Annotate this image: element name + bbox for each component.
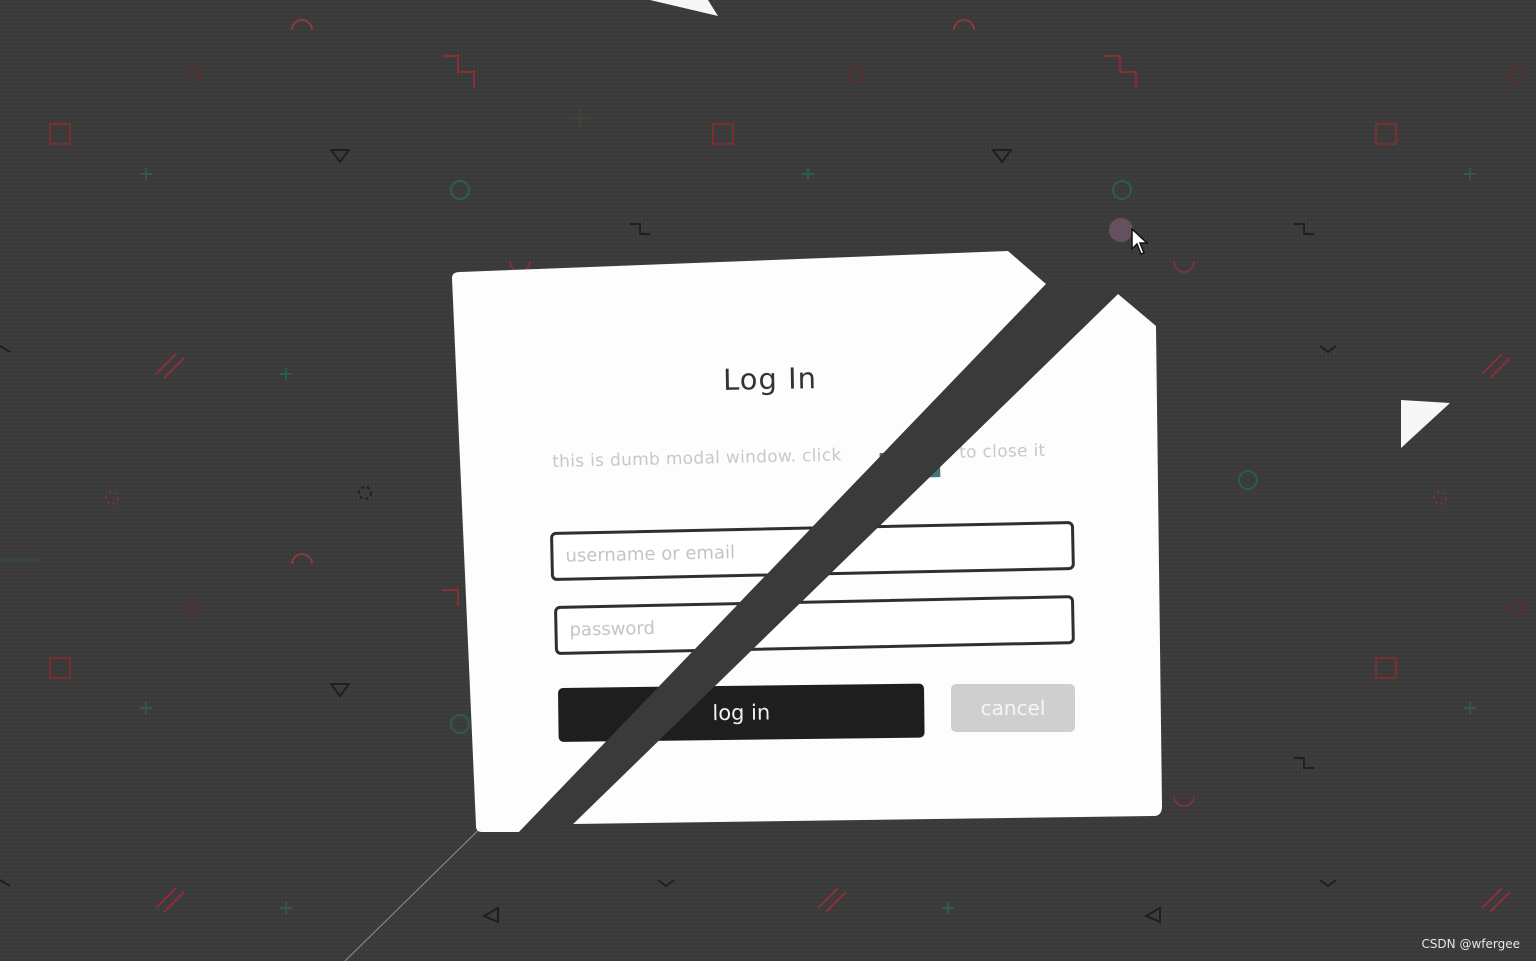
cancel-button[interactable]: cancel: [951, 684, 1075, 732]
modal-shards: [344, 0, 1450, 961]
arrow-cursor-icon: [1131, 228, 1149, 255]
cursor-halo: [1109, 218, 1133, 242]
shard-right: [1401, 400, 1450, 448]
close-icon[interactable]: ×: [939, 443, 954, 463]
app-stage: Log In this is dumb modal window. click …: [0, 0, 1536, 961]
login-button[interactable]: log in: [558, 683, 925, 742]
modal-title: Log In: [722, 361, 818, 397]
modal-subtitle-tail: to close it: [958, 440, 1046, 463]
shard-top: [650, 0, 718, 16]
watermark: CSDN @wfergee: [1421, 937, 1520, 951]
